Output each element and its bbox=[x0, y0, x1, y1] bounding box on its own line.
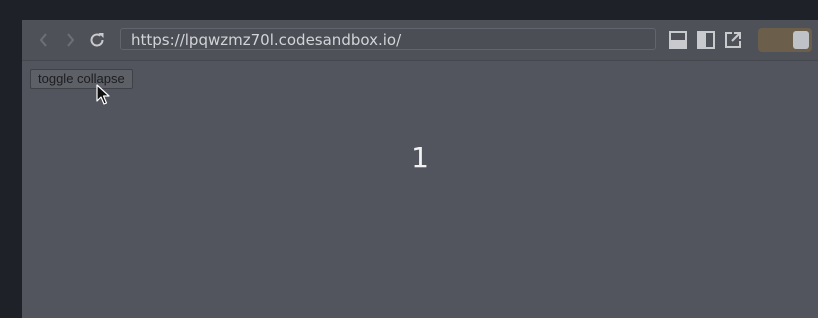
toolbar-toggle[interactable] bbox=[758, 28, 812, 52]
layout-side-panel-icon bbox=[697, 31, 715, 49]
url-text: https://lpqwzmz70l.codesandbox.io/ bbox=[131, 31, 402, 49]
counter-value: 1 bbox=[411, 141, 429, 174]
url-bar[interactable]: https://lpqwzmz70l.codesandbox.io/ bbox=[120, 28, 656, 50]
toggle-collapse-button[interactable]: toggle collapse bbox=[30, 69, 133, 89]
browser-frame: https://lpqwzmz70l.codesandbox.io/ toggl… bbox=[22, 20, 818, 318]
layout-bottom-panel-icon bbox=[669, 31, 687, 49]
forward-button[interactable] bbox=[60, 30, 80, 50]
open-external-button[interactable] bbox=[723, 30, 743, 50]
toggle-knob bbox=[793, 31, 809, 49]
preview-content: toggle collapse 1 bbox=[22, 61, 818, 318]
open-external-icon bbox=[725, 32, 741, 48]
reload-icon bbox=[90, 33, 104, 47]
reload-button[interactable] bbox=[87, 30, 107, 50]
layout-side-panel-button[interactable] bbox=[696, 30, 716, 50]
browser-toolbar: https://lpqwzmz70l.codesandbox.io/ bbox=[22, 20, 818, 61]
chevron-left-icon bbox=[39, 33, 47, 47]
layout-bottom-panel-button[interactable] bbox=[668, 30, 688, 50]
mouse-cursor-icon bbox=[96, 84, 110, 105]
back-button[interactable] bbox=[34, 30, 54, 50]
chevron-right-icon bbox=[67, 33, 75, 47]
